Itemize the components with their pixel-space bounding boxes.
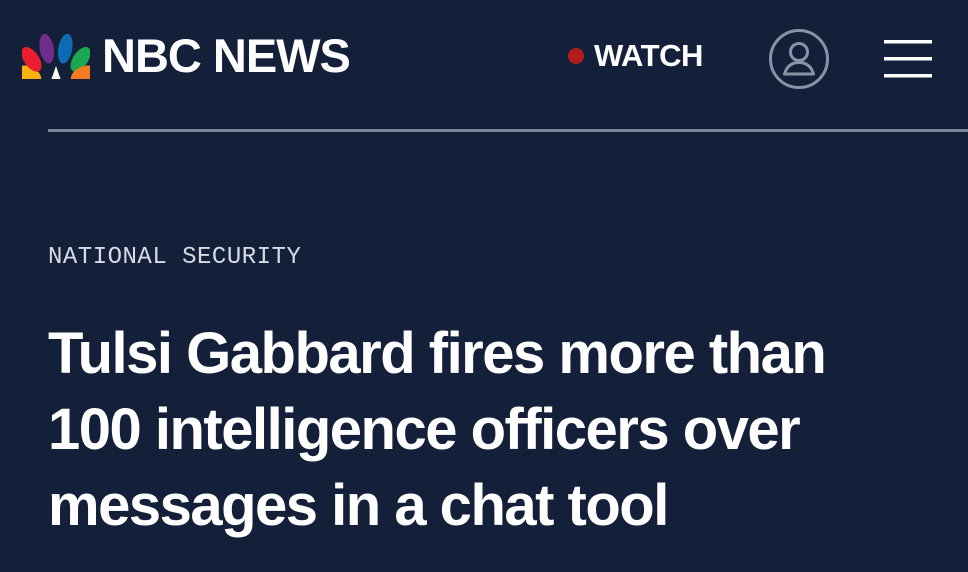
headline-line: 100 intelligence officers over	[48, 397, 801, 462]
menu-button[interactable]	[882, 38, 934, 80]
headline: Tulsi Gabbard fires more than 100 intell…	[48, 316, 948, 544]
user-account-icon	[769, 29, 829, 89]
headline-line: messages in a chat tool	[48, 473, 669, 538]
header-divider	[48, 129, 968, 132]
site-header: NBC NEWS WATCH	[0, 0, 968, 132]
live-indicator-icon	[568, 47, 584, 64]
watch-live-button[interactable]: WATCH	[568, 40, 703, 71]
account-button[interactable]	[768, 28, 830, 90]
brand-name: NBC NEWS	[102, 29, 351, 82]
article-page: NBC NEWS WATCH NATIONAL SECURITY Tulsi G…	[0, 0, 968, 572]
category-label[interactable]: NATIONAL SECURITY	[48, 244, 301, 271]
nbc-news-logo[interactable]: NBC NEWS	[22, 29, 351, 82]
headline-line: Tulsi Gabbard fires more than	[48, 321, 827, 386]
hamburger-menu-icon	[884, 40, 932, 78]
watch-label: WATCH	[594, 38, 703, 73]
nbc-peacock-icon	[22, 33, 90, 79]
